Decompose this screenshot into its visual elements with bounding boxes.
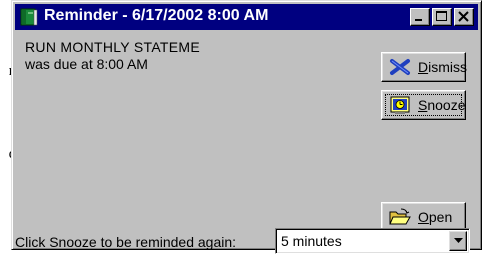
close-icon (458, 11, 469, 22)
reminder-content: RUN MONTHLY STATEME was due at 8:00 AM D… (12, 31, 481, 254)
reminder-window: Reminder - 6/17/2002 8:00 AM RUN MONTHLY… (11, 0, 482, 254)
snooze-hint: Click Snooze to be reminded again: (15, 234, 237, 250)
reminder-subject: RUN MONTHLY STATEME (25, 39, 201, 55)
open-folder-icon (389, 208, 411, 226)
window-title: Reminder - 6/17/2002 8:00 AM (44, 7, 269, 24)
title-bar[interactable]: Reminder - 6/17/2002 8:00 AM (15, 4, 478, 30)
snooze-button[interactable]: Snooze (381, 90, 466, 120)
dismiss-x-icon (389, 58, 411, 76)
chevron-down-icon (454, 238, 463, 243)
maximize-button[interactable] (432, 8, 452, 26)
snooze-interval-select[interactable]: 5 minutes (275, 228, 470, 254)
reminder-due-text: was due at 8:00 AM (25, 56, 148, 72)
minimize-button[interactable] (410, 8, 430, 26)
dismiss-label: Dismiss (418, 59, 468, 75)
maximize-icon (436, 11, 447, 21)
close-button[interactable] (454, 8, 474, 26)
dismiss-button[interactable]: Dismiss (381, 52, 468, 82)
snooze-label: Snooze (418, 97, 466, 113)
minimize-icon (415, 19, 422, 21)
dropdown-button[interactable] (449, 231, 467, 251)
open-label: Open (418, 209, 453, 225)
reminder-book-icon (19, 7, 39, 27)
snooze-interval-value: 5 minutes (281, 233, 342, 249)
snooze-clock-icon (389, 96, 411, 114)
